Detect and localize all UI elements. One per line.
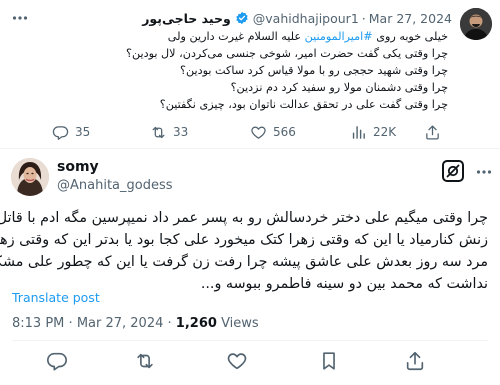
reply-author-avatar[interactable] [11,158,49,196]
reply-text-line: مرد سه روز بعدش علی عاشق پیشه چرا رفت زن… [0,254,488,270]
views-count: 22K [373,125,397,139]
reply-time[interactable]: 8:13 PM [12,316,64,331]
heart-icon [250,124,267,141]
share-icon[interactable] [404,350,426,372]
reply-tweet-text: چرا وقتی میگیم علی دختر خردسالش رو به پس… [0,207,488,295]
grok-button[interactable] [442,160,464,182]
repost-count: 33 [173,125,189,139]
repost-icon[interactable] [134,350,156,372]
share-button[interactable] [424,122,447,142]
share-icon [424,124,441,141]
reply-author-handle[interactable]: @Anahita_godess [57,178,173,193]
quoted-tweet-actions: 35 33 566 22K [52,122,452,142]
reply-icon[interactable] [46,350,68,372]
reply-text-line: چرا وقتی میگیم علی دختر خردسالش رو به پس… [0,210,488,226]
reply-text-line: زنش کنارمیاد یا این که وقتی زهرا کتک میخ… [0,232,488,248]
quoted-text-segment: علیه السلام غیرت دارین ولی [167,30,305,43]
hashtag-link[interactable]: #امیرالمومنین [305,30,373,43]
meta-divider [12,340,488,341]
reply-button[interactable]: 35 [52,122,90,142]
quoted-tweet-text: خیلی خوبه روی #امیرالمومنین علیه السلام … [18,28,448,113]
reply-icon [52,124,69,141]
meta-separator: · [167,316,172,331]
tweet-divider [0,148,500,149]
repost-icon [150,124,167,141]
bookmark-icon[interactable] [318,350,340,372]
reply-date[interactable]: Mar 27, 2024 [77,316,164,331]
quoted-author-avatar[interactable] [460,8,492,40]
reply-tweet-meta: 8:13 PM · Mar 27, 2024 · 1,260 Views [12,316,259,331]
more-options-icon[interactable] [12,12,28,24]
grok-icon [446,164,460,178]
views-chart-icon [350,124,367,141]
meta-separator: · [361,10,366,26]
reply-views-count: 1,260 [175,316,217,331]
translate-post-link[interactable]: Translate post [12,290,100,305]
quoted-text-line: چرا وقتی شهید حججی رو با مولا قیاس کرد س… [180,64,448,77]
heart-icon[interactable] [226,350,248,372]
quoted-text-line: چرا وقتی گفت علی در تحقق عدالت ناتوان بو… [159,98,448,111]
reply-count: 35 [75,125,91,139]
quoted-text-line: چرا وقتی یکی گفت حضرت امیر، شوخی جنسی می… [126,47,448,60]
verified-badge-icon [235,11,249,25]
quoted-tweet-header: وحید حاجی‌پور @vahidhajipour1 · Mar 27, … [142,9,452,27]
quoted-author-handle[interactable]: @vahidhajipour1 [253,11,359,26]
more-options-icon[interactable] [476,168,492,176]
quoted-text-line: خیلی خوبه روی #امیرالمومنین علیه السلام … [18,28,448,45]
reply-tweet-actions [0,350,500,374]
like-count: 566 [273,125,296,139]
views-button[interactable]: 22K [350,122,396,142]
repost-button[interactable]: 33 [150,122,188,142]
quoted-author-name[interactable]: وحید حاجی‌پور [142,11,231,26]
like-button[interactable]: 566 [250,122,296,142]
quoted-tweet-date[interactable]: Mar 27, 2024 [369,11,452,26]
reply-views-label: Views [221,316,259,331]
reply-author-name[interactable]: somy [57,159,99,175]
quoted-text-segment: خیلی خوبه روی [372,30,448,43]
quoted-text-line: چرا وقتی دشمنان مولا رو سفید کرد دم نزدی… [230,81,448,94]
meta-separator: · [68,316,73,331]
